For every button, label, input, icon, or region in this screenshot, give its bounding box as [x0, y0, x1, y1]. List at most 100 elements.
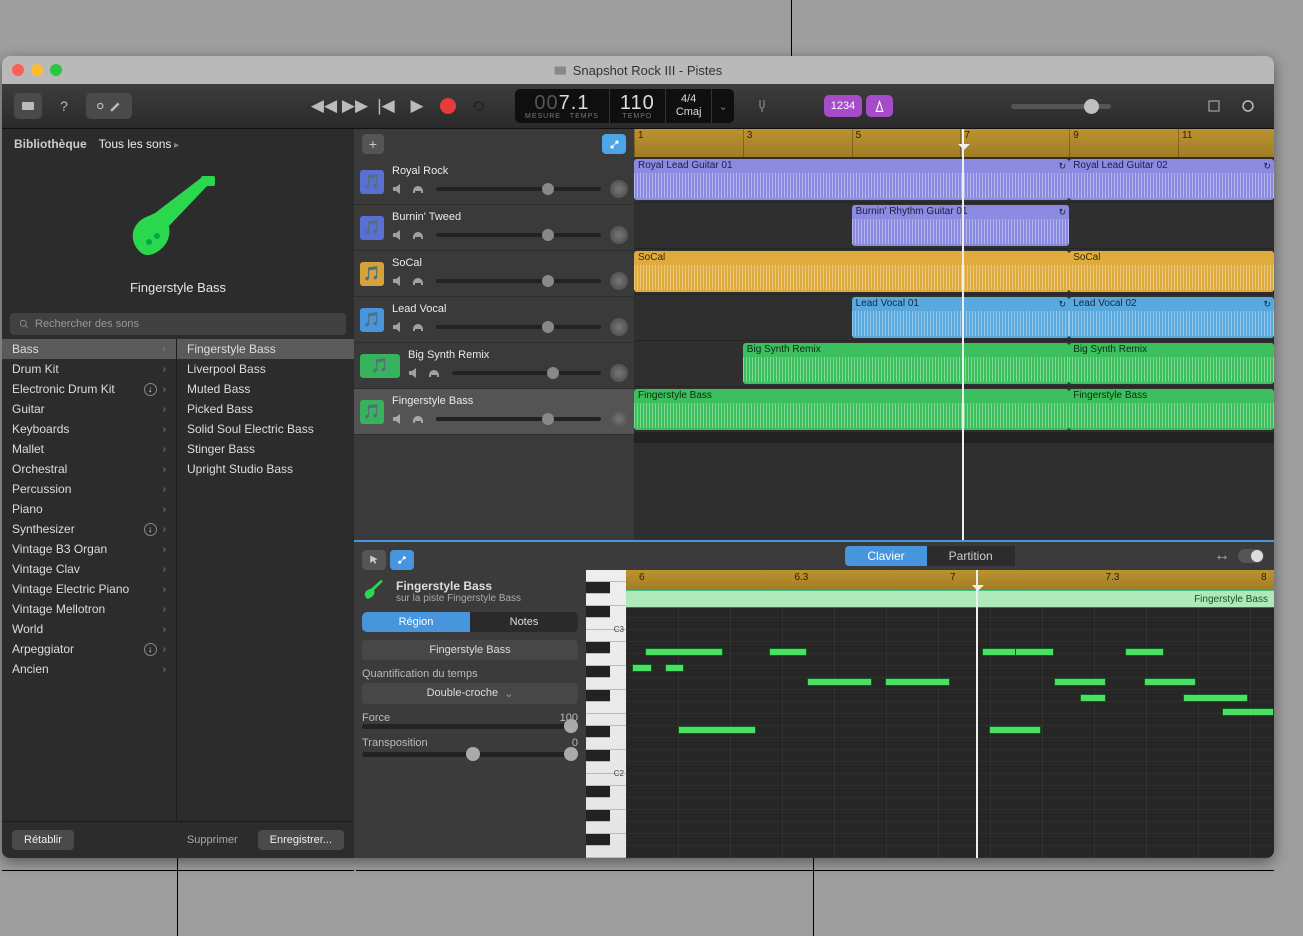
editor-pointer-tool[interactable] — [362, 550, 386, 570]
piano-key[interactable] — [586, 834, 610, 846]
track-header[interactable]: 🎵 Big Synth Remix — [354, 343, 634, 389]
piano-key[interactable] — [586, 738, 626, 750]
minimize-window-button[interactable] — [31, 64, 43, 76]
region[interactable]: ↻Lead Vocal 01 — [852, 297, 1070, 338]
headphones-icon[interactable] — [411, 229, 425, 241]
track-header[interactable]: 🎵 Fingerstyle Bass — [354, 389, 634, 435]
view-mode-button[interactable] — [86, 93, 132, 119]
metronome-button[interactable] — [866, 95, 893, 117]
track-pan-knob[interactable] — [610, 272, 628, 290]
piano-key[interactable] — [586, 606, 610, 618]
track-volume-slider[interactable] — [436, 233, 601, 237]
record-button[interactable] — [434, 93, 462, 119]
lcd-menu-chevron-icon[interactable]: ⌄ — [712, 100, 733, 113]
piano-key[interactable] — [586, 594, 626, 606]
quantize-dropdown[interactable]: Double-croche⌄ — [362, 683, 578, 704]
mute-icon[interactable] — [408, 367, 422, 379]
track-volume-slider[interactable] — [452, 371, 601, 375]
library-category-item[interactable]: Synthesizer↓› — [2, 519, 176, 539]
track-header[interactable]: 🎵 SoCal — [354, 251, 634, 297]
piano-roll-grid[interactable]: 66.377.38 Fingerstyle Bass — [626, 570, 1274, 858]
headphones-icon[interactable] — [411, 183, 425, 195]
library-category-item[interactable]: Vintage B3 Organ› — [2, 539, 176, 559]
add-track-button[interactable]: + — [362, 134, 384, 154]
automation-toggle-button[interactable] — [602, 134, 626, 154]
piano-key[interactable] — [586, 570, 626, 582]
track-lane[interactable]: Fingerstyle BassFingerstyle Bass — [634, 387, 1274, 433]
track-volume-slider[interactable] — [436, 279, 601, 283]
midi-note[interactable] — [885, 678, 950, 686]
go-to-start-button[interactable]: |◀ — [372, 93, 400, 119]
midi-note[interactable] — [1125, 648, 1164, 656]
playhead[interactable] — [962, 129, 964, 540]
region[interactable]: SoCal — [634, 251, 1069, 292]
region[interactable]: ↻Burnin' Rhythm Guitar 01 — [852, 205, 1070, 246]
editor-playhead[interactable] — [976, 570, 978, 858]
piano-key[interactable] — [586, 798, 626, 810]
library-category-item[interactable]: Guitar› — [2, 399, 176, 419]
track-lane[interactable]: Big Synth RemixBig Synth Remix — [634, 341, 1274, 387]
library-category-item[interactable]: Drum Kit› — [2, 359, 176, 379]
headphones-icon[interactable] — [427, 367, 441, 379]
tab-score[interactable]: Partition — [927, 546, 1015, 566]
region[interactable]: Fingerstyle Bass — [1069, 389, 1274, 430]
forward-button[interactable]: ▶▶ — [341, 93, 369, 119]
master-volume-slider[interactable] — [1011, 104, 1111, 109]
region[interactable]: ↻Royal Lead Guitar 02 — [1069, 159, 1274, 200]
midi-note[interactable] — [1144, 678, 1196, 686]
piano-roll-keyboard[interactable]: C3C2 — [586, 570, 626, 858]
timeline-horizontal-scrollbar[interactable] — [634, 433, 1274, 443]
region[interactable]: Big Synth Remix — [743, 343, 1069, 384]
piano-key[interactable] — [586, 726, 610, 738]
piano-key[interactable] — [586, 702, 626, 714]
notepad-button[interactable] — [1200, 93, 1228, 119]
editor-ruler[interactable]: 66.377.38 — [626, 570, 1274, 590]
track-volume-slider[interactable] — [436, 187, 601, 191]
track-pan-knob[interactable] — [610, 318, 628, 336]
library-category-item[interactable]: Keyboards› — [2, 419, 176, 439]
library-category-item[interactable]: Piano› — [2, 499, 176, 519]
midi-note[interactable] — [807, 678, 872, 686]
piano-key[interactable] — [586, 786, 610, 798]
midi-note[interactable] — [678, 726, 756, 734]
library-category-item[interactable]: Vintage Clav› — [2, 559, 176, 579]
arrange-timeline[interactable]: 1357911 ↻Royal Lead Guitar 01↻Royal Lead… — [634, 129, 1274, 540]
midi-note[interactable] — [989, 726, 1041, 734]
midi-note[interactable] — [769, 648, 808, 656]
library-patch-item[interactable]: Fingerstyle Bass — [177, 339, 354, 359]
track-pan-knob[interactable] — [610, 226, 628, 244]
track-lane[interactable]: ↻Burnin' Rhythm Guitar 01 — [634, 203, 1274, 249]
midi-note[interactable] — [1183, 694, 1248, 702]
library-category-item[interactable]: Vintage Mellotron› — [2, 599, 176, 619]
region[interactable]: ↻Royal Lead Guitar 01 — [634, 159, 1069, 200]
library-sounds-dropdown[interactable]: Tous les sons — [99, 137, 180, 151]
library-category-item[interactable]: Orchestral› — [2, 459, 176, 479]
track-pan-knob[interactable] — [610, 410, 628, 428]
mute-icon[interactable] — [392, 321, 406, 333]
tab-piano-roll[interactable]: Clavier — [845, 546, 926, 566]
region[interactable]: ↻Lead Vocal 02 — [1069, 297, 1274, 338]
count-in-button[interactable]: 1234 — [824, 95, 862, 117]
region[interactable]: SoCal — [1069, 251, 1274, 292]
piano-key[interactable] — [586, 822, 626, 834]
track-header[interactable]: 🎵 Royal Rock — [354, 159, 634, 205]
headphones-icon[interactable] — [411, 275, 425, 287]
midi-note[interactable] — [665, 664, 684, 672]
library-patch-item[interactable]: Upright Studio Bass — [177, 459, 354, 479]
close-window-button[interactable] — [12, 64, 24, 76]
mute-icon[interactable] — [392, 413, 406, 425]
piano-key[interactable] — [586, 678, 626, 690]
region[interactable]: Big Synth Remix — [1069, 343, 1274, 384]
track-volume-slider[interactable] — [436, 325, 601, 329]
region[interactable]: Fingerstyle Bass — [634, 389, 1069, 430]
track-volume-slider[interactable] — [436, 417, 601, 421]
library-search-input[interactable]: Rechercher des sons — [10, 313, 346, 335]
piano-key[interactable] — [586, 642, 610, 654]
mute-icon[interactable] — [392, 229, 406, 241]
library-category-item[interactable]: Bass› — [2, 339, 176, 359]
library-save-button[interactable]: Enregistrer... — [258, 830, 344, 850]
midi-note[interactable] — [1015, 648, 1054, 656]
library-category-item[interactable]: Percussion› — [2, 479, 176, 499]
headphones-icon[interactable] — [411, 321, 425, 333]
mute-icon[interactable] — [392, 275, 406, 287]
